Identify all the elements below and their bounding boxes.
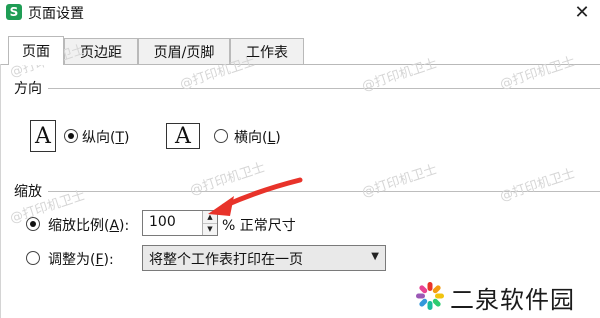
portrait-radio[interactable] (64, 129, 78, 143)
window-title: 页面设置 (28, 6, 84, 22)
brand-petal (427, 301, 433, 310)
watermark: @打印机卫士 (498, 54, 578, 93)
fit-accel: F (95, 252, 104, 268)
brand-petal (435, 293, 444, 299)
scale-label[interactable]: 缩放比例(A): (48, 215, 129, 235)
landscape-label[interactable]: 横向(L) (234, 127, 281, 147)
fit-label-suffix: ): (103, 252, 114, 268)
landscape-label-prefix: 横向( (234, 130, 268, 146)
fit-label-prefix: 调整为( (48, 252, 96, 268)
app-icon: S (6, 4, 22, 20)
brand-petal (432, 285, 441, 294)
chevron-down-icon[interactable]: ▼ (371, 251, 379, 262)
portrait-page-icon: A (30, 120, 56, 152)
portrait-accel: T (115, 130, 125, 146)
brand-name: 二泉软件园 (450, 286, 575, 314)
watermark: @打印机卫士 (360, 162, 440, 201)
landscape-page-icon: A (166, 123, 200, 149)
brand-petal (432, 298, 441, 307)
tab-baseline (0, 64, 600, 65)
fit-radio[interactable] (26, 251, 40, 265)
fit-label[interactable]: 调整为(F): (48, 249, 114, 269)
scale-label-prefix: 缩放比例( (48, 218, 110, 234)
landscape-label-suffix: ) (275, 130, 281, 146)
fit-dropdown[interactable]: 将整个工作表打印在一页 ▼ (142, 245, 386, 271)
scale-accel: A (109, 218, 120, 234)
title-bar: S 页面设置 ✕ (0, 0, 600, 28)
brand-petal (427, 282, 433, 291)
portrait-label[interactable]: 纵向(T) (82, 127, 130, 147)
scale-label-suffix: ): (119, 218, 130, 234)
close-icon[interactable]: ✕ (572, 2, 592, 23)
landscape-radio[interactable] (214, 129, 228, 143)
tab-page[interactable]: 页面 (8, 36, 64, 65)
brand-logo-icon (416, 282, 444, 310)
brand-petal (416, 293, 425, 299)
radio-dot (30, 221, 36, 227)
brand-petal (419, 298, 428, 307)
panel-edge (0, 64, 1, 318)
portrait-label-suffix: ) (124, 130, 130, 146)
fit-dropdown-value: 将整个工作表打印在一页 (149, 252, 303, 268)
portrait-label-prefix: 纵向( (82, 130, 116, 146)
brand-petal (419, 285, 428, 294)
spin-down-icon[interactable]: ▼ (203, 223, 217, 235)
orientation-heading: 方向 (14, 78, 48, 98)
scale-percent-value[interactable]: 100 (149, 214, 176, 230)
watermark: @打印机卫士 (498, 166, 578, 205)
radio-dot (68, 133, 74, 139)
